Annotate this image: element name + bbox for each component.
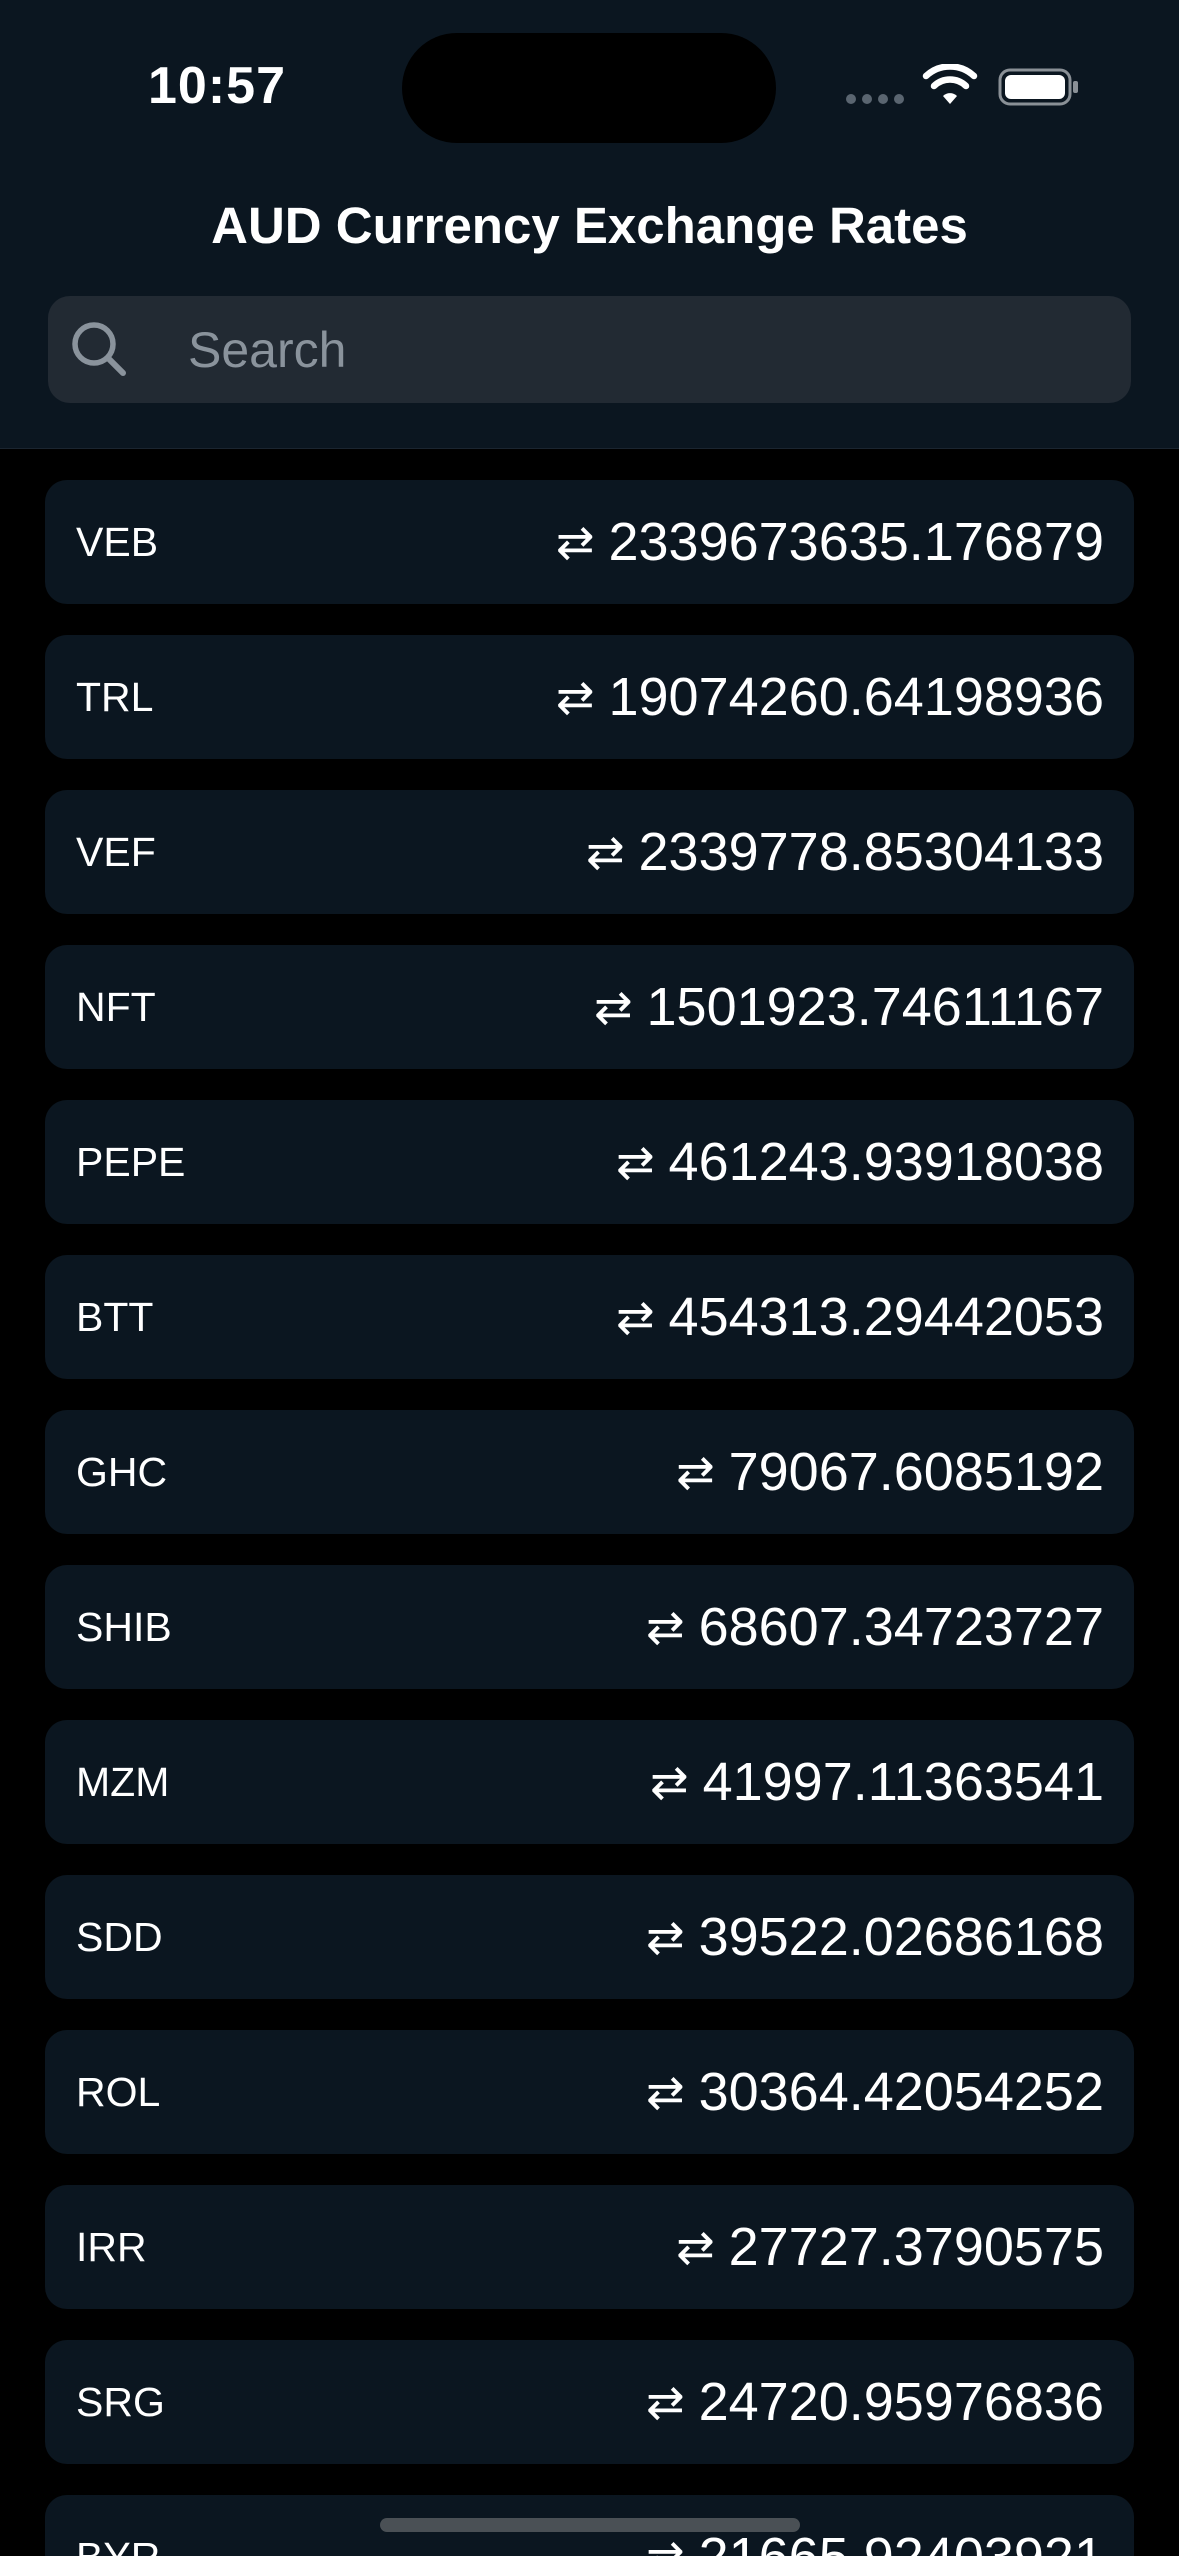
search-bar[interactable] [48, 296, 1131, 403]
list-item[interactable]: SDD ⇄ 39522.02686168 [45, 1875, 1134, 1999]
exchange-rate: ⇄ 30364.42054252 [646, 2030, 1104, 2154]
exchange-rate: ⇄ 2339673635.176879 [556, 480, 1104, 604]
exchange-rate: ⇄ 68607.34723727 [646, 1565, 1104, 1689]
list-item[interactable]: SRG ⇄ 24720.95976836 [45, 2340, 1134, 2464]
exchange-rate: ⇄ 461243.93918038 [616, 1100, 1104, 1224]
currency-code: VEB [76, 519, 159, 565]
swap-icon: ⇄ [585, 826, 625, 878]
rate-value: 24720.95976836 [698, 2372, 1104, 2432]
list-item[interactable]: TRL ⇄ 19074260.64198936 [45, 635, 1134, 759]
exchange-rate: ⇄ 41997.11363541 [650, 1720, 1104, 1844]
currency-code: SRG [76, 2379, 165, 2425]
exchange-rate: ⇄ 24720.95976836 [646, 2340, 1104, 2464]
swap-icon: ⇄ [646, 1601, 685, 1653]
swap-icon: ⇄ [615, 1136, 655, 1188]
swap-icon: ⇄ [676, 1446, 715, 1498]
currency-code: VEF [76, 829, 156, 875]
list-item[interactable]: SHIB ⇄ 68607.34723727 [45, 1565, 1134, 1689]
list-item[interactable]: GHC ⇄ 79067.6085192 [45, 1410, 1134, 1534]
status-bar-time: 10:57 [148, 57, 286, 115]
exchange-rate: ⇄ 39522.02686168 [646, 1875, 1104, 1999]
currency-code: TRL [76, 674, 154, 720]
rate-value: 68607.34723727 [698, 1597, 1104, 1657]
currency-code: NFT [76, 984, 156, 1030]
currency-code: SDD [76, 1914, 163, 1960]
search-input[interactable] [140, 296, 1100, 403]
exchange-rate: ⇄ 19074260.64198936 [556, 635, 1104, 759]
rate-value: 41997.11363541 [702, 1752, 1104, 1812]
rate-value: 39522.02686168 [698, 1907, 1104, 1967]
rate-value: 79067.6085192 [728, 1442, 1104, 1502]
exchange-rate: ⇄ 27727.3790575 [676, 2185, 1104, 2309]
rate-value: 2339778.85304133 [638, 822, 1105, 882]
currency-code: IRR [76, 2224, 147, 2270]
swap-icon: ⇄ [646, 2376, 685, 2428]
home-indicator[interactable] [380, 2518, 800, 2532]
navigation-header: 10:57 AUD Currency Exchange Rates [0, 0, 1179, 449]
list-item[interactable]: IRR ⇄ 27727.3790575 [45, 2185, 1134, 2309]
currency-code: MZM [76, 1759, 170, 1805]
rate-value: 27727.3790575 [728, 2217, 1104, 2277]
dynamic-island [402, 33, 776, 143]
currency-code: SHIB [76, 1604, 172, 1650]
list-item[interactable]: VEF ⇄ 2339778.85304133 [45, 790, 1134, 914]
swap-icon: ⇄ [555, 671, 595, 723]
rate-value: 461243.93918038 [668, 1132, 1104, 1192]
swap-icon: ⇄ [615, 1291, 655, 1343]
swap-icon: ⇄ [676, 2221, 715, 2273]
page-title: AUD Currency Exchange Rates [211, 197, 968, 254]
rate-value: 30364.42054252 [698, 2062, 1104, 2122]
rate-value: 454313.29442053 [668, 1287, 1104, 1347]
exchange-rate: ⇄ 79067.6085192 [676, 1410, 1104, 1534]
currency-code: BTT [76, 1294, 154, 1340]
currency-code: GHC [76, 1449, 168, 1495]
swap-icon: ⇄ [555, 516, 595, 568]
rate-value: 19074260.64198936 [608, 667, 1104, 727]
swap-icon: ⇄ [646, 2066, 685, 2118]
wifi-icon [922, 64, 978, 104]
swap-icon: ⇄ [650, 1756, 689, 1808]
rates-list[interactable]: VEB ⇄ 2339673635.176879 TRL ⇄ 19074260.641… [45, 480, 1134, 2556]
exchange-rate: ⇄ 2339778.85304133 [586, 790, 1104, 914]
list-item[interactable]: MZM ⇄ 41997.11363541 [45, 1720, 1134, 1844]
list-item[interactable]: BTT ⇄ 454313.29442053 [45, 1255, 1134, 1379]
list-item[interactable]: PEPE ⇄ 461243.93918038 [45, 1100, 1134, 1224]
swap-icon: ⇄ [646, 1911, 685, 1963]
swap-icon: ⇄ [593, 981, 633, 1033]
currency-code: PEPE [76, 1139, 186, 1185]
exchange-rate: ⇄ 454313.29442053 [616, 1255, 1104, 1379]
exchange-rate: ⇄ 1501923.74611167 [594, 945, 1104, 1069]
battery-icon [998, 68, 1078, 106]
screen: VEB ⇄ 2339673635.176879 TRL ⇄ 19074260.641… [0, 0, 1179, 2556]
list-item[interactable]: VEB ⇄ 2339673635.176879 [45, 480, 1134, 604]
rate-value: 2339673635.176879 [608, 512, 1104, 572]
search-icon [72, 322, 126, 376]
currency-code: ROL [76, 2069, 161, 2115]
rate-value: 1501923.74611167 [646, 977, 1104, 1037]
currency-code: BYR [76, 2495, 160, 2556]
list-item[interactable]: ROL ⇄ 30364.42054252 [45, 2030, 1134, 2154]
list-item[interactable]: NFT ⇄ 1501923.74611167 [45, 945, 1134, 1069]
cellular-signal-icon [846, 94, 906, 106]
